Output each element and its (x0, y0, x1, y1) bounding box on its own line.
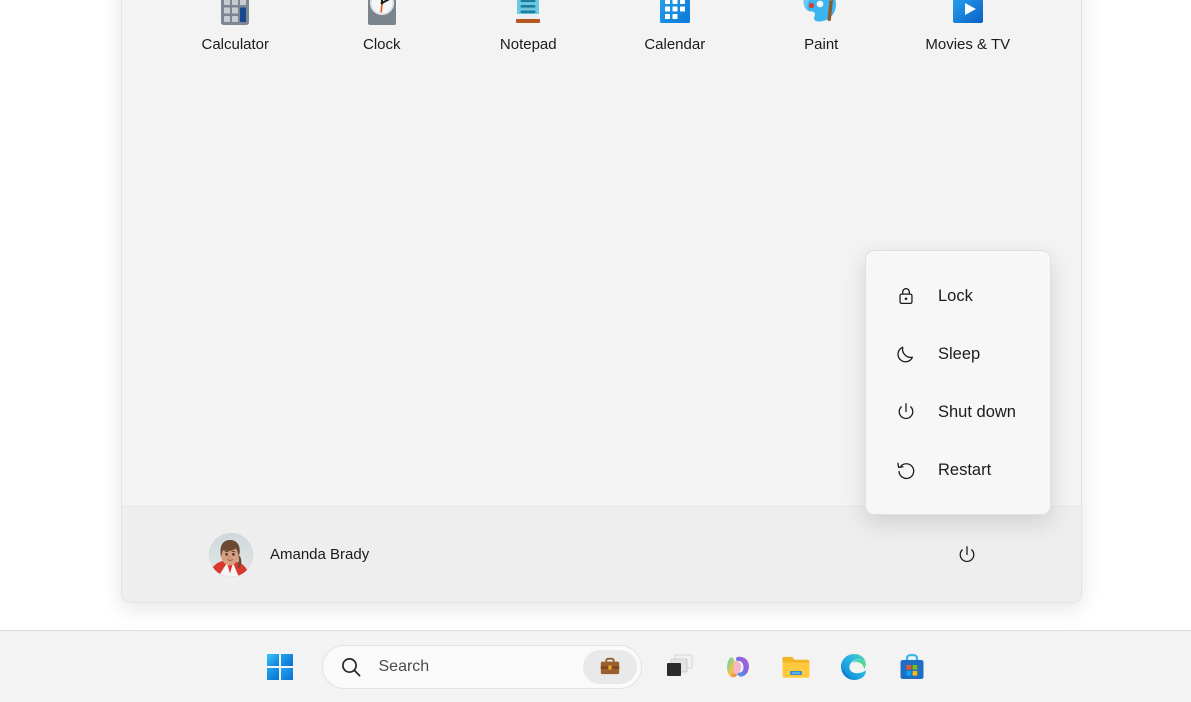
taskbar-content: Search (256, 643, 936, 691)
desktop-screen: Calculator Clock Notepad Calendar Paint … (0, 0, 1191, 702)
copilot-button[interactable] (714, 643, 762, 691)
lock-icon (894, 284, 918, 308)
task-view-button[interactable] (656, 643, 704, 691)
flyout-item-label: Lock (938, 286, 973, 305)
microsoft-store-icon (900, 653, 923, 679)
microsoft-store-button[interactable] (888, 643, 936, 691)
edge-icon (840, 653, 866, 680)
copilot-icon (726, 656, 749, 677)
app-label: Movies & TV (925, 36, 1011, 53)
flyout-item-label: Sleep (938, 344, 981, 363)
power-icon (894, 400, 918, 424)
power-flyout-menu: Lock Sleep Shut down Restart (865, 250, 1051, 515)
movies-tv-icon (946, 0, 990, 27)
account-name-label: Amanda Brady (270, 546, 370, 563)
app-label: Clock (362, 36, 401, 53)
search-icon (341, 657, 360, 676)
app-tile-paint[interactable]: Paint (748, 0, 895, 77)
notepad-icon (506, 0, 550, 27)
windows-logo-icon (266, 653, 293, 680)
flyout-item-lock[interactable]: Lock (872, 267, 1044, 325)
app-tile-notepad[interactable]: Notepad (455, 0, 602, 77)
power-icon (959, 545, 975, 562)
flyout-item-label: Restart (938, 460, 992, 479)
app-label: Notepad (499, 36, 557, 53)
file-explorer-button[interactable] (772, 643, 820, 691)
power-button[interactable] (947, 535, 987, 575)
file-explorer-icon (782, 656, 809, 678)
start-button[interactable] (256, 643, 304, 691)
edge-button[interactable] (830, 643, 878, 691)
flyout-item-label: Shut down (938, 402, 1016, 421)
taskbar: Search (0, 630, 1191, 702)
paint-icon (799, 0, 843, 27)
clock-icon (360, 0, 404, 27)
app-label: Calendar (644, 36, 706, 53)
app-label: Calculator (201, 36, 270, 53)
briefcase-icon (600, 657, 619, 674)
user-avatar-photo (209, 532, 253, 577)
app-tile-clock[interactable]: Clock (309, 0, 456, 77)
user-account-button[interactable]: Amanda Brady (202, 526, 383, 584)
search-badge[interactable] (582, 649, 637, 684)
app-tile-calculator[interactable]: Calculator (162, 0, 309, 77)
restart-icon (894, 458, 918, 482)
task-view-icon (666, 654, 692, 676)
pinned-apps-grid: Calculator Clock Notepad Calendar Paint … (162, 0, 1042, 77)
app-tile-calendar[interactable]: Calendar (602, 0, 749, 77)
app-tile-movies-tv[interactable]: Movies & TV (895, 0, 1042, 77)
calendar-icon (653, 0, 697, 27)
calculator-icon (213, 0, 257, 27)
flyout-item-sleep[interactable]: Sleep (872, 325, 1044, 383)
app-label: Paint (804, 36, 839, 53)
flyout-item-restart[interactable]: Restart (872, 441, 1044, 499)
start-menu-footer: Amanda Brady (122, 506, 1081, 602)
search-box[interactable]: Search (321, 644, 642, 689)
search-placeholder-text: Search (378, 657, 430, 675)
moon-icon (894, 342, 918, 366)
flyout-item-shut-down[interactable]: Shut down (872, 383, 1044, 441)
